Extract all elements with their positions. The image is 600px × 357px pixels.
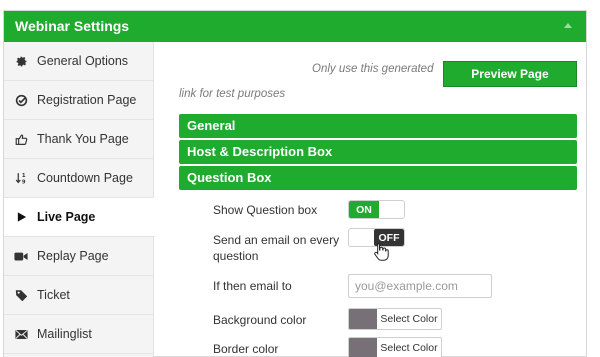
test-link-note-line1: Only use this generated [312,63,434,75]
sidebar-item-live-page[interactable]: Live Page [4,198,155,237]
panel-title: Webinar Settings [15,18,130,34]
hand-cursor-icon [374,243,389,261]
section-host-description-box[interactable]: Host & Description Box [179,140,577,164]
sidebar-item-label: Thank You Page [37,132,129,146]
sidebar-item-label: Live Page [37,210,96,224]
email-to-input[interactable] [348,274,492,298]
section-question-box[interactable]: Question Box [179,166,577,190]
preview-page-button[interactable]: Preview Page [443,61,577,87]
sort-numeric-icon: 19 [14,171,28,185]
sidebar-item-label: Ticket [37,288,70,302]
panel-titlebar: Webinar Settings [4,11,586,42]
send-email-label-line2: question [213,249,259,263]
main-content: Only use this generated Preview Page lin… [155,42,586,357]
sidebar-item-label: General Options [37,54,129,68]
email-to-label: If then email to [213,279,292,293]
svg-text:9: 9 [21,180,25,185]
collapse-arrow-icon[interactable] [564,23,572,28]
thumbs-up-icon [14,132,28,146]
background-color-label: Background color [213,313,307,327]
sidebar-item-label: Registration Page [37,93,137,107]
check-circle-icon [14,93,28,107]
sidebar-item-mailinglist[interactable]: Mailinglist [4,315,154,354]
send-email-label-line1: Send an email on every [213,233,340,247]
test-link-note-line2: link for test purposes [179,88,286,100]
webinar-settings-panel: Webinar Settings General Options Registr… [3,10,587,357]
sidebar-item-replay-page[interactable]: Replay Page [4,237,154,276]
tag-icon [14,288,28,302]
toggle-on-state: ON [349,201,379,218]
show-question-box-label: Show Question box [213,203,318,217]
sidebar-item-ticket[interactable]: Ticket [4,276,154,315]
sidebar-item-label: Mailinglist [37,327,92,341]
sidebar-item-label: Countdown Page [37,171,133,185]
select-color-label: Select Color [380,342,438,354]
show-question-box-toggle[interactable]: ON [348,200,405,219]
sidebar: General Options Registration Page Thank … [4,42,155,357]
gear-icon [14,54,28,68]
border-color-label: Border color [213,342,279,356]
sidebar-item-countdown-page[interactable]: 19 Countdown Page [4,159,154,198]
border-color-picker[interactable]: Select Color [348,337,442,357]
sidebar-item-registration-page[interactable]: Registration Page [4,81,154,120]
envelope-icon [14,327,28,341]
sidebar-item-thank-you-page[interactable]: Thank You Page [4,120,154,159]
select-color-label: Select Color [380,313,438,325]
video-camera-icon [14,249,28,263]
play-icon [14,210,28,224]
border-color-swatch [349,338,377,357]
sidebar-item-general-options[interactable]: General Options [4,42,154,81]
background-color-picker[interactable]: Select Color [348,308,442,330]
svg-text:1: 1 [21,173,25,179]
section-general[interactable]: General [179,114,577,138]
sidebar-item-label: Replay Page [37,249,109,263]
background-color-swatch [349,309,377,329]
